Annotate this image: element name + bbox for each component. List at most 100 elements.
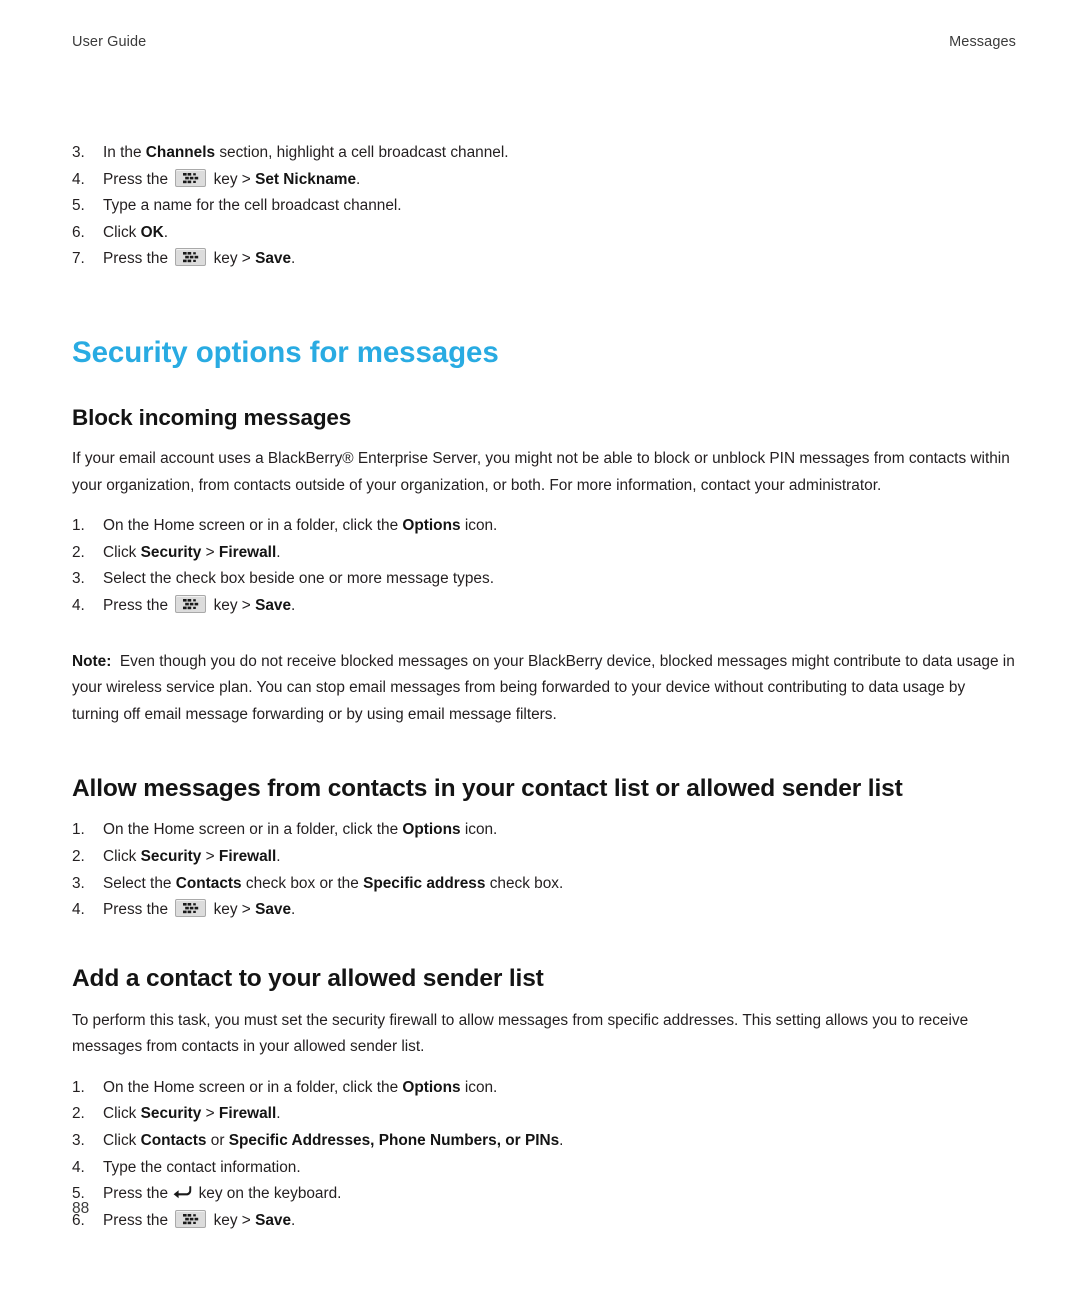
step-text-run: In the	[103, 144, 146, 161]
procedure-step: 3. Select the check box beside one or mor…	[72, 566, 1016, 593]
step-text: Click OK.	[103, 224, 168, 241]
step-number: 2.	[72, 847, 85, 865]
section1-intro-paragraph: If your email account uses a BlackBerry®…	[72, 450, 1010, 494]
step-text: On the Home screen or in a folder, click…	[103, 1079, 497, 1096]
step-text: Click Contacts or Specific Addresses, Ph…	[103, 1132, 563, 1149]
step-text-run: Press the	[103, 1211, 173, 1229]
procedure-step: 4. Press the key > Save.	[72, 593, 1016, 620]
step-text-run: icon.	[460, 1078, 498, 1096]
step-text-run: Press the	[103, 170, 173, 188]
step-emphasis: Options	[402, 821, 461, 839]
step-text-run: .	[276, 543, 281, 561]
step-emphasis: OK	[140, 223, 164, 241]
step-text: Press the key > Save.	[103, 899, 296, 919]
procedure-step: 4. Press the key > Save.	[72, 897, 1016, 924]
procedure-step: 4. Type the contact information.	[72, 1155, 1016, 1182]
step-emphasis: Save	[255, 1211, 292, 1229]
procedure-step: 5. Press the key on the keyboard.	[72, 1181, 1016, 1208]
section1-heading: Block incoming messages	[72, 405, 352, 431]
procedure-step: 3. In the Channels section, highlight a c…	[72, 140, 1016, 167]
step-text: On the Home screen or in a folder, click…	[103, 821, 497, 838]
step-emphasis: Contacts	[140, 1132, 207, 1150]
blackberry-menu-key-icon	[175, 595, 207, 614]
step-emphasis: Firewall	[218, 543, 277, 561]
procedure-step: 2. Click Security > Firewall.	[72, 844, 1016, 871]
step-number: 3.	[72, 570, 85, 588]
step-text-run: key >	[209, 250, 256, 268]
procedure-step: 1. On the Home screen or in a folder, cli…	[72, 513, 1016, 540]
procedure-step: 1. On the Home screen or in a folder, cli…	[72, 1075, 1016, 1102]
note-text: Even though you do not receive blocked m…	[72, 652, 1015, 723]
step-number: 6.	[72, 223, 85, 241]
procedure-step: 3. Select the Contacts check box or the S…	[72, 871, 1016, 898]
step-text-run: .	[163, 223, 168, 241]
step-text-run: key >	[209, 1211, 256, 1229]
step-text-run: Type the contact information.	[103, 1158, 301, 1176]
page-content: 3. In the Channels section, highlight a c…	[72, 140, 1016, 1234]
step-text-run: .	[291, 250, 296, 268]
step-number: 4.	[72, 597, 85, 615]
step-emphasis: Firewall	[218, 847, 277, 865]
step-emphasis: Security	[140, 847, 202, 865]
step-text-run: key >	[209, 170, 256, 188]
step-emphasis: Contacts	[175, 874, 242, 892]
step-text-run: .	[291, 597, 296, 615]
step-number: 1.	[72, 517, 85, 535]
enter-key-icon	[173, 1185, 192, 1200]
header-left-label: User Guide	[72, 34, 147, 50]
step-text-run: Select the	[103, 874, 176, 892]
step-text-run: Click	[103, 1105, 141, 1123]
procedure-step: 2. Click Security > Firewall.	[72, 540, 1016, 567]
step-emphasis: Specific Addresses, Phone Numbers, or PI…	[228, 1132, 560, 1150]
page-number: 88	[72, 1200, 90, 1217]
step-emphasis: Options	[402, 517, 461, 535]
step-text-run: Click	[103, 223, 141, 241]
step-text-run: Click	[103, 543, 141, 561]
step-text-run: check box.	[485, 874, 564, 892]
step-text-run: section, highlight a cell broadcast chan…	[215, 144, 509, 161]
step-text: Select the check box beside one or more …	[103, 570, 494, 587]
step-text: Press the key > Save.	[103, 1209, 295, 1229]
document-page: User Guide Messages 3. In the Channels se…	[0, 0, 1080, 1296]
step-text-run: check box or the	[241, 874, 364, 892]
step-emphasis: Specific address	[363, 874, 486, 892]
section3-heading: Add a contact to your allowed sender lis…	[72, 964, 544, 992]
step-emphasis: Options	[402, 1078, 461, 1096]
step-text-run: >	[201, 543, 219, 561]
step-text: In the Channels section, highlight a cel…	[103, 144, 509, 161]
header-right-label: Messages	[949, 34, 1016, 50]
step-text: Click Security > Firewall.	[103, 1105, 281, 1122]
step-number: 3.	[72, 1132, 85, 1150]
step-text-run: Press the	[103, 901, 173, 919]
step-text-run: >	[201, 847, 219, 865]
step-emphasis: Set Nickname	[255, 170, 357, 188]
section3-procedure-list: 1. On the Home screen or in a folder, cli…	[72, 1075, 1016, 1235]
note-label: Note:	[72, 652, 112, 670]
section1-note: Note: Even though you do not receive blo…	[72, 649, 1016, 729]
step-text-run: Select the check box beside one or more …	[103, 570, 494, 588]
step-text-run: Press the	[103, 1185, 173, 1203]
step-emphasis: Security	[140, 543, 202, 561]
step-number: 7.	[72, 250, 85, 268]
step-emphasis: Save	[255, 250, 292, 268]
section3-intro-paragraph: To perform this task, you must set the s…	[72, 1011, 969, 1056]
step-number: 2.	[72, 543, 85, 561]
procedure-step: 5. Type a name for the cell broadcast cha…	[72, 193, 1016, 220]
section2-procedure-list: 1. On the Home screen or in a folder, cli…	[72, 817, 1016, 923]
procedure-step: 3. Click Contacts or Specific Addresses, …	[72, 1128, 1016, 1155]
step-emphasis: Security	[140, 1105, 202, 1123]
step-text: Press the key > Set Nickname.	[103, 168, 360, 188]
procedure-step: 2. Click Security > Firewall.	[72, 1101, 1016, 1128]
step-text-run: Click	[103, 1132, 141, 1150]
step-text: Select the Contacts check box or the Spe…	[103, 875, 563, 892]
section2-heading: Allow messages from contacts in your con…	[72, 775, 903, 803]
step-text-run: Press the	[103, 597, 173, 615]
procedure-step: 7. Press the key > Save.	[72, 246, 1016, 273]
step-emphasis: Save	[255, 597, 292, 615]
step-number: 4.	[72, 1158, 85, 1176]
step-number: 5.	[72, 197, 85, 215]
step-emphasis: Firewall	[218, 1105, 277, 1123]
step-text: Press the key on the keyboard.	[103, 1185, 341, 1202]
step-number: 1.	[72, 821, 85, 839]
step-text-run: .	[291, 901, 296, 919]
